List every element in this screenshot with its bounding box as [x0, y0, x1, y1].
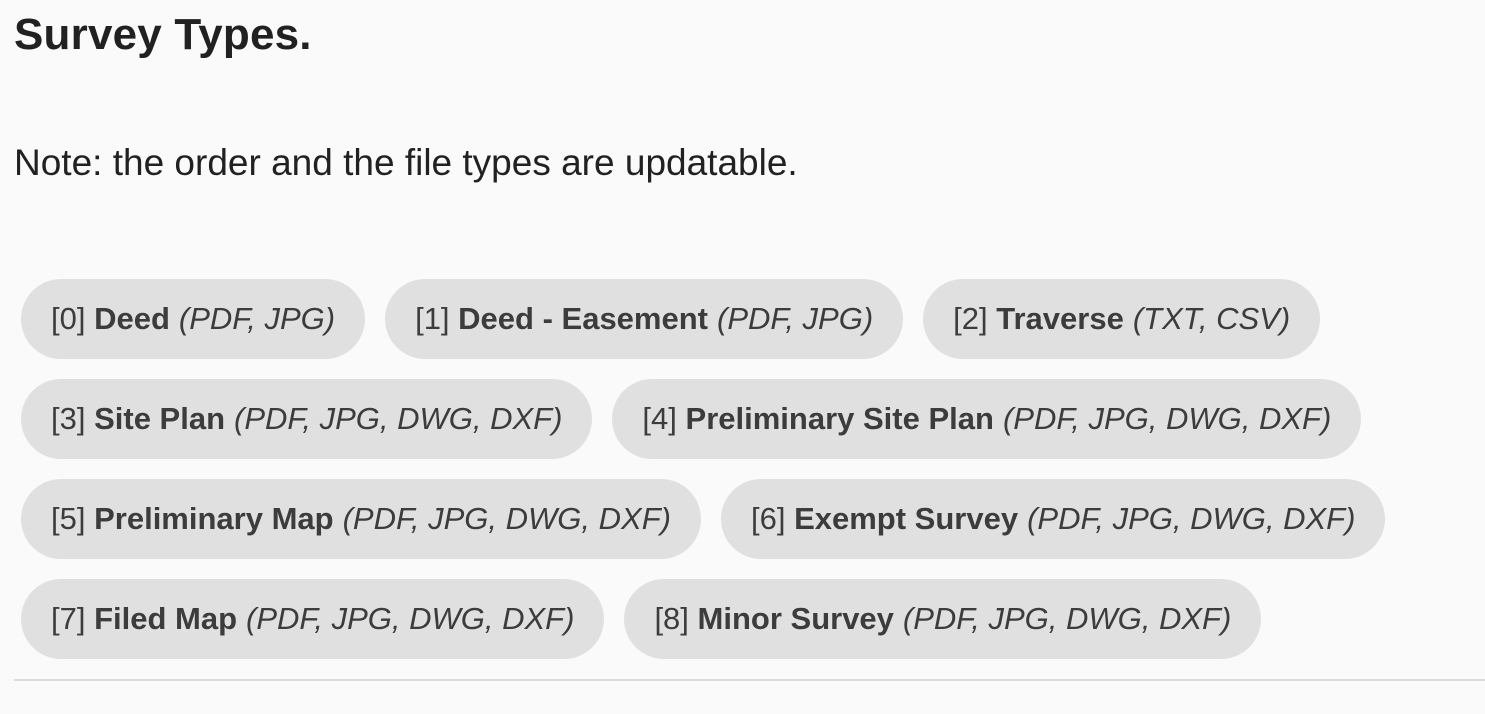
chip-label: Deed - Easement [458, 301, 708, 336]
survey-type-chip-list: [0] Deed (PDF, JPG) [1] Deed - Easement (P… [21, 279, 1471, 679]
chip-index: [7] [51, 601, 86, 636]
chip-file-types: (PDF, JPG) [717, 301, 874, 336]
chip-label: Filed Map [94, 601, 238, 636]
survey-type-chip-filed-map[interactable]: [7] Filed Map (PDF, JPG, DWG, DXF) [21, 579, 605, 659]
chip-row: [0] Deed (PDF, JPG) [1] Deed - Easement (P… [21, 279, 1471, 359]
chip-file-types: (PDF, JPG, DWG, DXF) [1027, 501, 1356, 536]
survey-type-chip-site-plan[interactable]: [3] Site Plan (PDF, JPG, DWG, DXF) [21, 379, 593, 459]
survey-type-chip-deed[interactable]: [0] Deed (PDF, JPG) [21, 279, 366, 359]
chip-file-types: (PDF, JPG, DWG, DXF) [1002, 401, 1332, 436]
chip-row: [7] Filed Map (PDF, JPG, DWG, DXF) [8] Mi… [21, 579, 1471, 659]
chip-label: Deed [94, 301, 170, 336]
chip-row: [3] Site Plan (PDF, JPG, DWG, DXF) [4] Pr… [21, 379, 1471, 459]
chip-file-types: (PDF, JPG, DWG, DXF) [342, 501, 671, 536]
chip-file-types: (PDF, JPG, DWG, DXF) [234, 401, 563, 436]
chip-index: [8] [654, 601, 689, 636]
survey-type-chip-preliminary-site-plan[interactable]: [4] Preliminary Site Plan (PDF, JPG, DWG,… [612, 379, 1362, 459]
chip-index: [3] [51, 401, 86, 436]
page-title: Survey Types. [14, 10, 312, 59]
chip-index: [5] [51, 501, 86, 536]
chip-label: Site Plan [94, 401, 226, 436]
survey-types-panel: Survey Types. Note: the order and the fi… [0, 0, 1485, 714]
chip-label: Preliminary Map [94, 501, 334, 536]
chip-index: [2] [953, 301, 988, 336]
survey-type-chip-minor-survey[interactable]: [8] Minor Survey (PDF, JPG, DWG, DXF) [624, 579, 1262, 659]
chip-index: [4] [642, 401, 677, 436]
chip-label: Preliminary Site Plan [685, 401, 994, 436]
chip-file-types: (PDF, JPG) [178, 301, 336, 336]
note-text: Note: the order and the file types are u… [14, 142, 798, 183]
chip-label: Exempt Survey [794, 501, 1019, 536]
chip-row: [5] Preliminary Map (PDF, JPG, DWG, DXF) … [21, 479, 1471, 559]
chip-label: Minor Survey [697, 601, 894, 636]
chip-index: [6] [750, 501, 786, 536]
survey-type-chip-deed-easement[interactable]: [1] Deed - Easement (PDF, JPG) [385, 279, 904, 359]
survey-type-chip-exempt-survey[interactable]: [6] Exempt Survey (PDF, JPG, DWG, DXF) [720, 479, 1386, 559]
chip-index: [0] [51, 301, 86, 336]
chip-file-types: (PDF, JPG, DWG, DXF) [246, 601, 575, 636]
chip-index: [1] [415, 301, 450, 336]
chip-file-types: (TXT, CSV) [1132, 301, 1291, 336]
bottom-divider [14, 679, 1485, 681]
survey-type-chip-traverse[interactable]: [2] Traverse (TXT, CSV) [923, 279, 1321, 359]
chip-label: Traverse [996, 301, 1124, 336]
survey-type-chip-preliminary-map[interactable]: [5] Preliminary Map (PDF, JPG, DWG, DXF) [21, 479, 701, 559]
chip-file-types: (PDF, JPG, DWG, DXF) [902, 601, 1232, 636]
